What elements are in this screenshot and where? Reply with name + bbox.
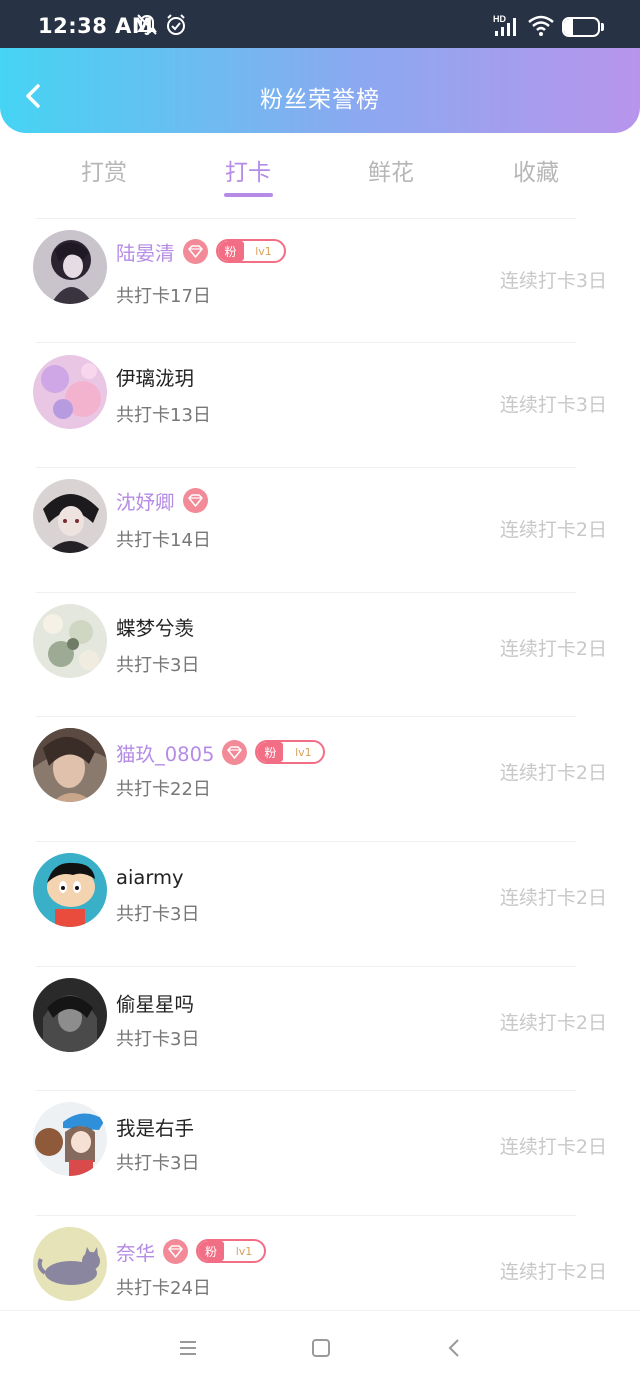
alarm-clock-icon [165,13,187,41]
name-line: 沈妤卿 [116,486,208,514]
tab-tips[interactable]: 打赏 [54,153,154,187]
total-checkins: 共打卡3日 [116,655,200,676]
fan-name[interactable]: 蝶梦兮羡 [116,612,194,641]
wifi-icon [527,13,555,41]
fan-name[interactable]: 偷星星吗 [116,988,194,1017]
list-item[interactable]: 偷星星吗 共打卡3日 连续打卡2日 [0,966,640,1090]
fan-badge-level: lv1 [295,745,312,759]
fan-badge-level: lv1 [255,244,272,258]
network-label: HD [493,14,506,24]
active-tab-indicator [224,193,273,197]
total-checkins: 共打卡3日 [116,1153,200,1174]
fan-badge-label: 粉 [257,742,284,762]
avatar[interactable] [33,355,107,429]
fan-badge-label: 粉 [198,1241,225,1261]
row-divider [36,1215,576,1216]
fan-name[interactable]: 我是右手 [116,1112,194,1141]
fan-name[interactable]: 奈华 [116,1237,155,1266]
row-divider [36,342,576,343]
diamond-icon [182,238,208,264]
fan-name[interactable]: 猫玖_0805 [116,738,214,767]
list-item[interactable]: 猫玖_0805 粉 lv1 共打卡22日 连续打卡2日 [0,716,640,840]
fan-level-badge: 粉 lv1 [196,1239,267,1263]
list-item[interactable]: 伊璃泷玥 共打卡13日 连续打卡3日 [0,342,640,466]
tab-checkin[interactable]: 打卡 [198,153,298,187]
fan-name[interactable]: 沈妤卿 [116,486,175,515]
tab-favorites[interactable]: 收藏 [486,153,586,187]
checkin-streak: 连续打卡2日 [499,519,607,541]
checkin-streak: 连续打卡2日 [499,638,607,660]
total-checkins: 共打卡13日 [116,405,211,426]
list-item[interactable]: 蝶梦兮羡 共打卡3日 连续打卡2日 [0,592,640,716]
list-item[interactable]: aiarmy 共打卡3日 连续打卡2日 [0,841,640,965]
row-divider [36,218,576,219]
checkin-streak: 连续打卡2日 [499,1261,607,1283]
checkin-streak: 连续打卡2日 [499,887,607,909]
checkin-streak: 连续打卡3日 [499,394,607,416]
avatar[interactable] [33,1227,107,1301]
diamond-icon [222,739,248,765]
status-bar: 12:38 AM HD 27 [0,0,640,48]
checkin-streak: 连续打卡2日 [499,762,607,784]
checkin-streak: 连续打卡3日 [499,270,607,292]
checkin-streak: 连续打卡2日 [499,1012,607,1034]
fan-name[interactable]: 伊璃泷玥 [116,362,194,391]
square-icon[interactable] [310,1337,332,1363]
name-line: 奈华 粉 lv1 [116,1237,267,1266]
total-checkins: 共打卡3日 [116,1029,200,1050]
avatar[interactable] [33,853,107,927]
fan-level-badge: 粉 lv1 [255,740,326,764]
list-item[interactable]: 沈妤卿 共打卡14日 连续打卡2日 [0,467,640,591]
total-checkins: 共打卡24日 [116,1278,211,1299]
diamond-icon [182,487,208,513]
chevron-left-icon[interactable] [444,1337,466,1363]
tab-bar: 打赏 打卡 鲜花 收藏 [0,133,640,203]
row-divider [36,841,576,842]
bell-off-icon [136,13,158,41]
menu-icon[interactable] [177,1337,199,1363]
diamond-icon [163,1238,189,1264]
fan-name[interactable]: aiarmy [116,866,184,889]
row-divider [36,467,576,468]
battery-level: 27 [571,19,591,34]
page-title: 粉丝荣誉榜 [260,87,380,113]
fan-level-badge: 粉 lv1 [215,239,286,263]
avatar[interactable] [33,978,107,1052]
name-line: 陆晏清 粉 lv1 [116,237,286,265]
total-checkins: 共打卡17日 [116,286,211,307]
name-line: 蝶梦兮羡 [116,612,194,640]
battery-icon: 27 [562,17,600,37]
system-nav-bar [0,1310,640,1387]
name-line: 我是右手 [116,1112,194,1140]
header: 12:38 AM HD 27 粉丝荣誉榜 [0,0,640,133]
total-checkins: 共打卡22日 [116,779,211,800]
total-checkins: 共打卡3日 [116,904,200,925]
checkin-streak: 连续打卡2日 [499,1136,607,1158]
row-divider [36,1090,576,1091]
fan-badge-label: 粉 [217,241,244,261]
tab-flowers[interactable]: 鲜花 [341,153,441,187]
avatar[interactable] [33,230,107,304]
avatar[interactable] [33,1102,107,1176]
name-line: aiarmy [116,863,184,891]
row-divider [36,716,576,717]
total-checkins: 共打卡14日 [116,530,211,551]
avatar[interactable] [33,728,107,802]
name-line: 伊璃泷玥 [116,362,194,390]
row-divider [36,592,576,593]
name-line: 猫玖_0805 粉 lv1 [116,738,326,767]
list-item[interactable]: 陆晏清 粉 lv1 共打卡17日 连续打卡3日 [0,218,640,342]
fan-name[interactable]: 陆晏清 [116,237,175,266]
name-line: 偷星星吗 [116,988,194,1016]
avatar[interactable] [33,604,107,678]
avatar[interactable] [33,479,107,553]
row-divider [36,966,576,967]
battery-tip [601,23,604,31]
fan-badge-level: lv1 [235,1244,253,1258]
signal-icon: HD [493,13,521,41]
list-item[interactable]: 我是右手 共打卡3日 连续打卡2日 [0,1090,640,1214]
